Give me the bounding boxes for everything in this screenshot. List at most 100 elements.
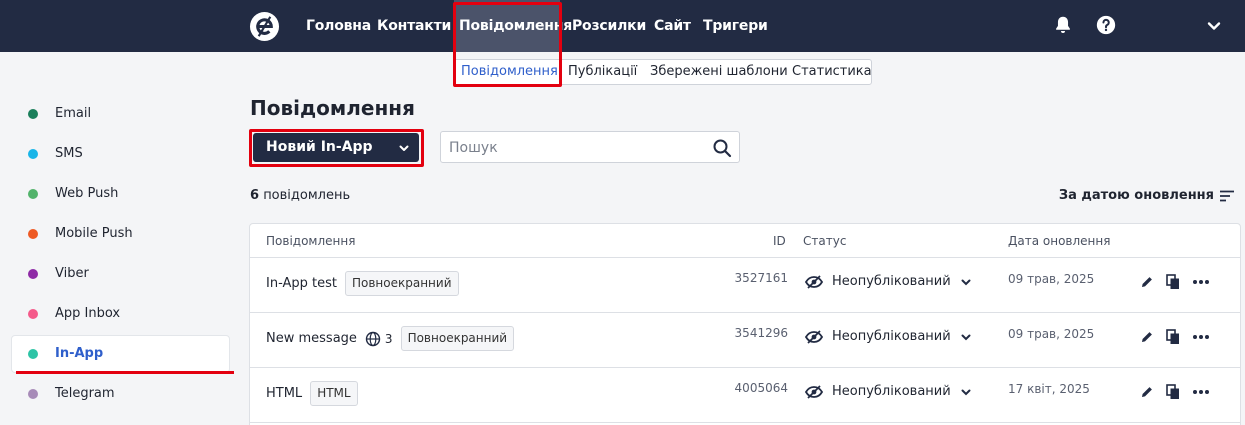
status-dropdown[interactable]: Неопублікований <box>805 329 972 344</box>
channel-dot-icon <box>28 189 38 199</box>
table-row[interactable]: HTML HTML 4005064 Неопублікований 17 кві… <box>250 368 1240 423</box>
table-row[interactable]: New message 3 Повноекранний 3541296 Неоп… <box>250 313 1240 368</box>
column-header-message: Повідомлення <box>266 234 356 248</box>
channel-dot-icon <box>28 149 38 159</box>
sidebar-item-label: Email <box>55 106 92 121</box>
more-icon[interactable] <box>1192 389 1210 395</box>
sort-label: За датою оновлення <box>1058 188 1214 203</box>
languages-indicator: 3 <box>365 331 393 347</box>
nav-item-triggers[interactable]: Тригери <box>703 0 768 52</box>
sidebar-item-telegram[interactable]: Telegram <box>11 375 230 413</box>
updated-date: 17 квіт, 2025 <box>1008 382 1090 396</box>
channel-dot-icon <box>28 309 38 319</box>
status-label: Неопублікований <box>832 329 951 344</box>
message-name-cell: New message 3 Повноекранний <box>266 326 515 351</box>
eye-off-icon <box>805 274 823 289</box>
status-dropdown[interactable]: Неопублікований <box>805 274 972 289</box>
more-icon[interactable] <box>1192 334 1210 340</box>
row-actions <box>1140 274 1210 290</box>
sidebar-item-app-inbox[interactable]: App Inbox <box>11 295 230 333</box>
messages-count: 6 повідомлень <box>250 188 350 203</box>
message-name-cell: HTML HTML <box>266 381 358 406</box>
channel-dot-icon <box>28 349 38 359</box>
pencil-icon[interactable] <box>1140 385 1154 399</box>
sidebar-item-sms[interactable]: SMS <box>11 135 230 173</box>
nav-item-campaigns[interactable]: Розсилки <box>572 0 646 52</box>
logo-icon[interactable] <box>249 11 280 42</box>
subtab-saved-templates[interactable]: Збережені шаблони <box>650 60 788 84</box>
subtab-publications[interactable]: Публікації <box>568 60 637 84</box>
sidebar-item-label: App Inbox <box>55 306 121 321</box>
pencil-icon[interactable] <box>1140 275 1154 289</box>
messages-table: Повідомлення ID Статус Дата оновлення In… <box>249 223 1241 425</box>
chevron-down-icon <box>961 279 971 285</box>
channel-dot-icon <box>28 229 38 239</box>
sidebar-item-viber[interactable]: Viber <box>11 255 230 293</box>
copy-icon[interactable] <box>1166 384 1180 400</box>
nav-item-messages[interactable]: Повідомлення <box>454 0 572 52</box>
highlight-underline-in-app <box>16 371 234 374</box>
sidebar-item-label: Telegram <box>55 386 115 401</box>
message-type-tag: Повноекранний <box>400 326 515 351</box>
sort-icon <box>1220 190 1234 202</box>
search-field <box>440 131 740 163</box>
copy-icon[interactable] <box>1166 329 1180 345</box>
nav-item-home[interactable]: Головна <box>306 0 371 52</box>
message-id: 3541296 <box>734 326 788 340</box>
message-name[interactable]: In-App test <box>266 276 337 291</box>
message-type-tag: Повноекранний <box>344 271 459 296</box>
search-input[interactable] <box>449 138 699 158</box>
status-label: Неопублікований <box>832 384 951 399</box>
sort-dropdown[interactable]: За датою оновлення <box>1059 188 1234 203</box>
sidebar-item-label: Viber <box>55 266 89 281</box>
nav-item-contacts[interactable]: Контакти <box>377 0 451 52</box>
sidebar-item-email[interactable]: Email <box>11 95 230 133</box>
languages-count: 3 <box>384 331 393 346</box>
chevron-down-icon <box>961 389 971 395</box>
status-dropdown[interactable]: Неопублікований <box>805 384 972 399</box>
more-icon[interactable] <box>1192 279 1210 285</box>
sidebar-item-label: In-App <box>55 346 104 361</box>
eye-off-icon <box>805 384 823 399</box>
sidebar-item-label: Mobile Push <box>55 226 133 241</box>
new-in-app-button-label: Новий In-App <box>266 139 373 155</box>
sidebar-item-label: Web Push <box>55 186 119 201</box>
column-header-id: ID <box>773 234 786 248</box>
message-type-tag: HTML <box>310 381 358 406</box>
message-id: 3527161 <box>734 271 788 285</box>
status-label: Неопублікований <box>832 274 951 289</box>
message-name-cell: In-App test Повноекранний <box>266 271 459 296</box>
copy-icon[interactable] <box>1166 274 1180 290</box>
eye-off-icon <box>805 329 823 344</box>
updated-date: 09 трав, 2025 <box>1008 327 1095 341</box>
pencil-icon[interactable] <box>1140 330 1154 344</box>
messages-count-value: 6 <box>250 188 260 203</box>
channel-dot-icon <box>28 269 38 279</box>
sidebar-item-in-app[interactable]: In-App <box>11 335 230 373</box>
table-row[interactable]: In-App test Повноекранний 3527161 Неопуб… <box>250 258 1240 313</box>
chevron-down-icon <box>961 334 971 340</box>
row-actions <box>1140 329 1210 345</box>
search-icon[interactable] <box>712 138 732 158</box>
chevron-down-icon[interactable] <box>1204 16 1224 36</box>
subtab-statistics[interactable]: Статистика <box>792 60 872 84</box>
sidebar-item-mobile-push[interactable]: Mobile Push <box>11 215 230 253</box>
help-icon[interactable] <box>1095 14 1117 36</box>
message-name[interactable]: HTML <box>266 386 302 401</box>
bell-icon[interactable] <box>1052 14 1074 36</box>
messages-count-label: повідомлень <box>263 188 351 203</box>
new-in-app-button[interactable]: Новий In-App <box>253 133 419 162</box>
page-title: Повідомлення <box>250 96 415 120</box>
sidebar-item-web-push[interactable]: Web Push <box>11 175 230 213</box>
row-actions <box>1140 384 1210 400</box>
chevron-down-icon <box>399 145 409 151</box>
column-header-status: Статус <box>803 234 847 248</box>
updated-date: 09 трав, 2025 <box>1008 272 1095 286</box>
subtab-messages[interactable]: Повідомлення <box>461 60 558 84</box>
nav-item-site[interactable]: Сайт <box>654 0 691 52</box>
subtabs-bar: Повідомлення Публікації Збережені шаблон… <box>453 59 872 85</box>
top-navigation-bar: Головна Контакти Повідомлення Розсилки С… <box>0 0 1245 52</box>
sidebar-item-label: SMS <box>55 146 83 161</box>
channel-dot-icon <box>28 389 38 399</box>
message-name[interactable]: New message <box>266 331 357 346</box>
